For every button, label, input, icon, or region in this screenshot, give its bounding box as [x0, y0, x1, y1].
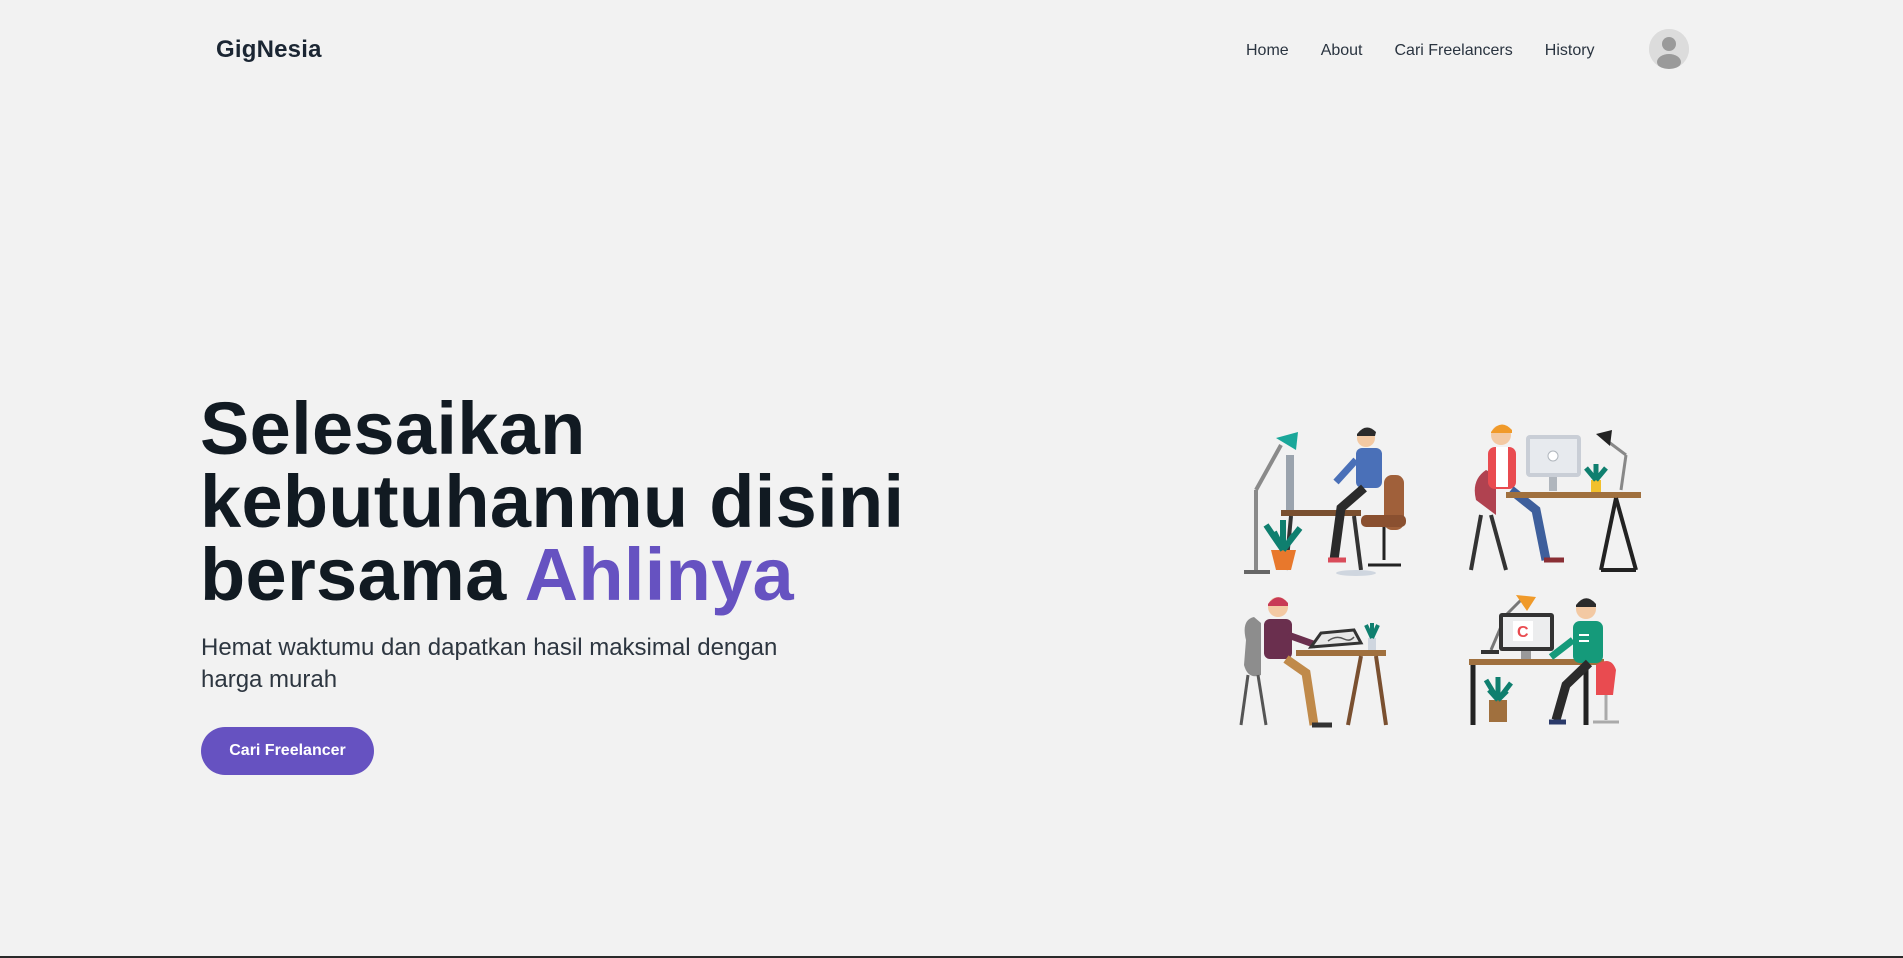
nav-links: Home About Cari Freelancers History: [1246, 42, 1595, 60]
nav-link-home[interactable]: Home: [1246, 42, 1289, 60]
user-avatar-icon[interactable]: [1649, 29, 1689, 69]
workstation-bottom-right: C: [1469, 595, 1619, 725]
cari-freelancer-button[interactable]: Cari Freelancer: [201, 727, 374, 775]
nav-link-cari-freelancers[interactable]: Cari Freelancers: [1395, 42, 1513, 60]
landing-page: GigNesia Home About Cari Freelancers His…: [0, 0, 1903, 958]
hero-title-line-3: bersama Ahlinya: [200, 538, 904, 612]
svg-text:C: C: [1517, 624, 1529, 641]
workstation-top-right: [1469, 424, 1641, 572]
workstation-top-left: [1244, 427, 1406, 576]
hero-title: Selesaikan kebutuhanmu disini bersama Ah…: [200, 387, 905, 612]
nav-link-history[interactable]: History: [1545, 42, 1595, 60]
workstation-bottom-left: [1239, 597, 1388, 728]
hero-subtitle: Hemat waktumu dan dapatkan hasil maksima…: [201, 634, 778, 693]
hero-title-accent: Ahlinya: [524, 533, 795, 616]
navbar: GigNesia Home About Cari Freelancers His…: [0, 0, 1903, 100]
freelancers-at-desks-illustration: C: [1239, 424, 1641, 728]
hero-title-line-2: kebutuhanmu disini: [200, 460, 905, 543]
brand-logo[interactable]: GigNesia: [216, 36, 322, 64]
hero-title-line-3-plain: bersama: [200, 533, 525, 616]
hero-title-line-1: Selesaikan: [200, 387, 586, 470]
nav-link-about[interactable]: About: [1321, 42, 1363, 60]
